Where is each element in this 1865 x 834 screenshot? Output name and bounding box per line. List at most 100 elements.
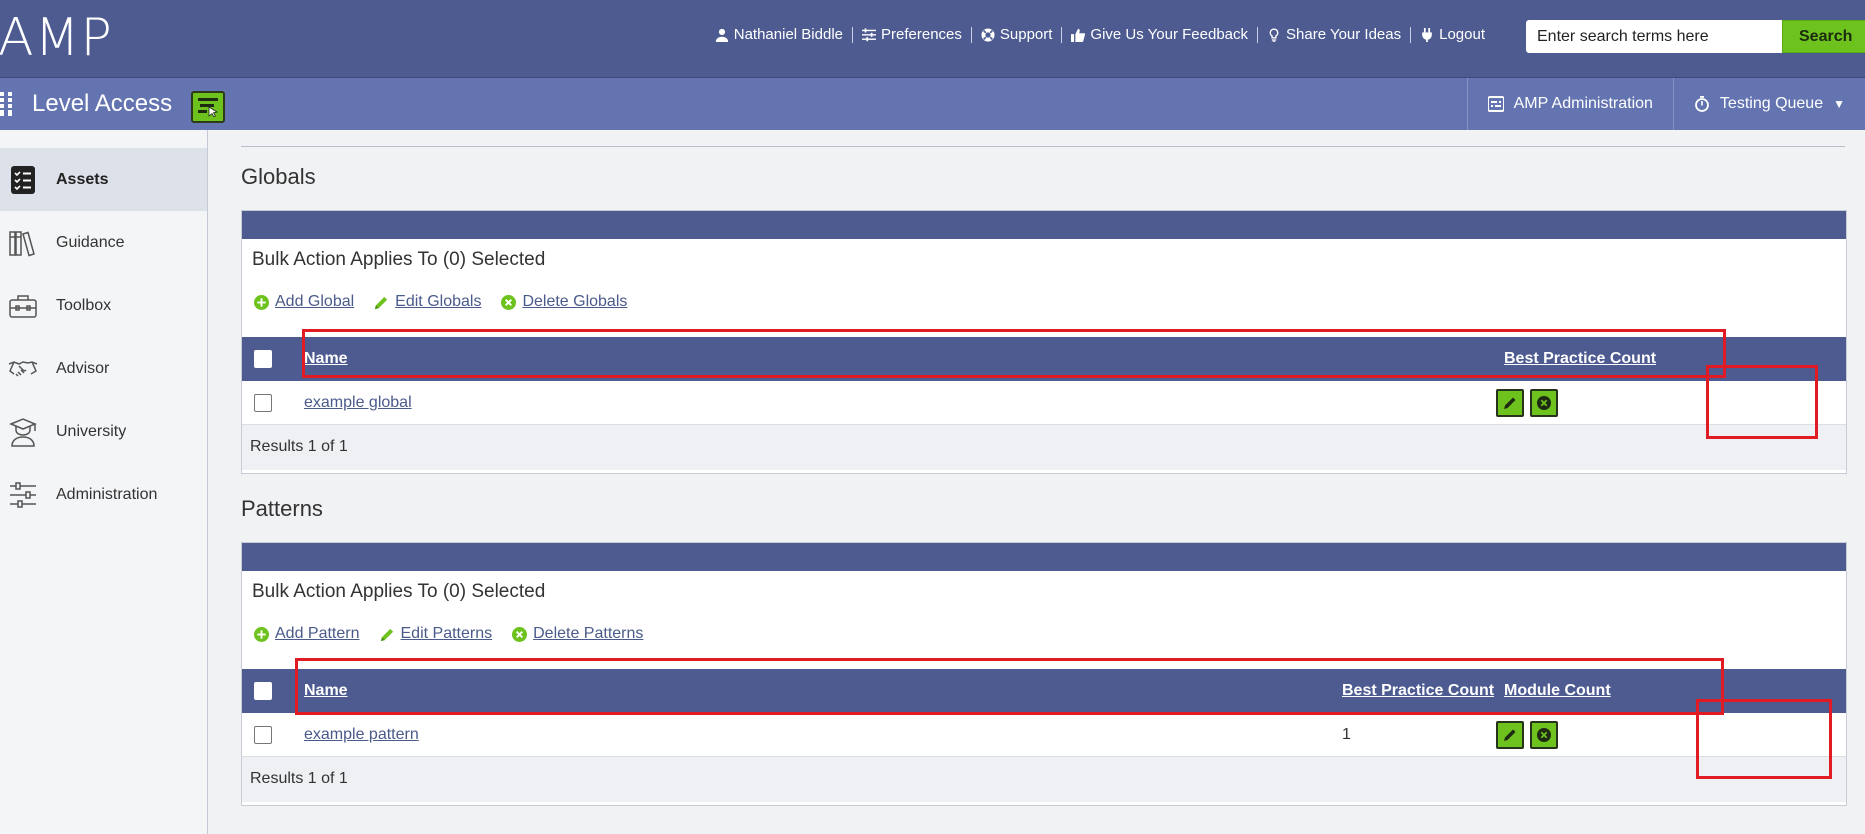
feedback-link[interactable]: Give Us Your Feedback [1062, 27, 1259, 43]
thumbs-up-icon [1071, 28, 1086, 42]
sidebar-item-guidance[interactable]: Guidance [0, 211, 207, 274]
sidebar: Assets Guidance Toolbox Advisor Universi… [0, 130, 208, 834]
user-menu[interactable]: Nathaniel Biddle [706, 27, 853, 43]
delete-globals-label: Delete Globals [522, 293, 628, 310]
sub-navigation: AMP Administration Testing Queue ▼ [1466, 78, 1865, 130]
testing-queue-dropdown[interactable]: Testing Queue ▼ [1672, 78, 1865, 130]
building-icon [0, 92, 12, 116]
row-name-link[interactable]: example global [304, 394, 412, 412]
panel-header [242, 543, 1846, 571]
name-column-header[interactable]: Name [304, 350, 348, 368]
add-global-link[interactable]: Add Global [254, 293, 354, 311]
sliders-icon [10, 481, 36, 508]
add-pattern-label: Add Pattern [275, 625, 360, 642]
add-global-label: Add Global [275, 293, 355, 310]
table-row: example pattern 1 1 [242, 713, 1846, 757]
lifebuoy-icon [981, 28, 995, 42]
patterns-results-count: Results 1 of 1 [242, 757, 1846, 802]
delete-row-button[interactable] [1530, 721, 1558, 749]
pencil-icon [380, 628, 393, 641]
organization-switcher[interactable]: Level Access [0, 78, 172, 130]
add-pattern-link[interactable]: Add Pattern [254, 625, 360, 643]
sidebar-item-advisor[interactable]: Advisor [0, 337, 207, 400]
sidebar-item-label: University [56, 422, 127, 440]
context-switch-button[interactable] [191, 91, 225, 123]
top-header: AMP Nathaniel Biddle Preferences Support… [0, 0, 1865, 78]
top-navigation: Nathaniel Biddle Preferences Support Giv… [706, 27, 1485, 43]
name-column-header[interactable]: Name [304, 682, 348, 700]
plus-circle-icon [254, 626, 269, 642]
sidebar-item-assets[interactable]: Assets [0, 148, 207, 211]
ideas-link[interactable]: Share Your Ideas [1258, 26, 1412, 43]
search-form: Search [1526, 20, 1865, 53]
handshake-icon [8, 360, 38, 377]
list-cursor-icon [198, 98, 219, 117]
books-icon [9, 230, 35, 256]
row-name-link[interactable]: example pattern [304, 726, 419, 744]
edit-patterns-label: Edit Patterns [400, 625, 493, 642]
preferences-label: Preferences [881, 26, 962, 43]
x-circle-icon [1537, 728, 1551, 742]
logout-label: Logout [1439, 26, 1485, 43]
best-practice-count-column-header[interactable]: Best Practice Count [1504, 350, 1656, 368]
edit-row-button[interactable] [1496, 721, 1524, 749]
plug-icon [1422, 28, 1432, 42]
patterns-actions: Add Pattern Edit Patterns Delete Pattern… [254, 625, 643, 643]
testing-queue-label: Testing Queue [1719, 95, 1824, 112]
pencil-icon [1504, 729, 1516, 741]
sidebar-item-administration[interactable]: Administration [0, 463, 207, 526]
sidebar-item-university[interactable]: University [0, 400, 207, 463]
row-checkbox[interactable] [254, 726, 272, 744]
select-all-checkbox[interactable] [254, 350, 272, 368]
amp-administration-label: AMP Administration [1513, 95, 1653, 112]
sidebar-item-label: Advisor [56, 359, 110, 377]
search-button[interactable]: Search [1782, 20, 1865, 53]
edit-globals-link[interactable]: Edit Globals [374, 293, 481, 311]
organization-bar: Level Access AMP Administration Testing … [0, 78, 1865, 130]
edit-patterns-link[interactable]: Edit Patterns [380, 625, 493, 643]
main-content: Globals Bulk Action Applies To (0) Selec… [209, 130, 1865, 834]
row-checkbox[interactable] [254, 394, 272, 412]
bulk-action-status: Bulk Action Applies To (0) Selected [252, 249, 546, 270]
sidebar-item-label: Assets [56, 170, 109, 188]
logout-link[interactable]: Logout [1411, 27, 1485, 43]
checklist-icon [11, 165, 35, 194]
module-count-column-header[interactable]: Module Count [1504, 682, 1611, 700]
search-input[interactable] [1526, 20, 1782, 53]
globals-results-count: Results 1 of 1 [242, 425, 1846, 470]
preferences-link[interactable]: Preferences [853, 27, 972, 43]
amp-administration-link[interactable]: AMP Administration [1466, 78, 1673, 130]
edit-row-button[interactable] [1496, 389, 1524, 417]
graduate-icon [9, 417, 37, 447]
globals-actions: Add Global Edit Globals Delete Globals [254, 293, 627, 311]
patterns-panel: Bulk Action Applies To (0) Selected Add … [241, 542, 1847, 806]
organization-name: Level Access [32, 90, 173, 117]
patterns-table-header: Name Best Practice Count Module Count [242, 669, 1846, 713]
sidebar-item-label: Administration [56, 485, 158, 503]
x-circle-icon [1537, 396, 1551, 410]
delete-globals-link[interactable]: Delete Globals [501, 293, 627, 311]
amp-logo[interactable]: AMP [0, 10, 113, 66]
delete-patterns-link[interactable]: Delete Patterns [512, 625, 643, 643]
toolbox-icon [9, 294, 37, 318]
sidebar-item-toolbox[interactable]: Toolbox [0, 274, 207, 337]
sidebar-item-label: Toolbox [56, 296, 112, 314]
support-link[interactable]: Support [972, 27, 1063, 43]
edit-globals-label: Edit Globals [395, 293, 482, 310]
lightbulb-icon [1269, 28, 1279, 42]
ideas-label: Share Your Ideas [1286, 26, 1402, 43]
divider [241, 146, 1845, 147]
plus-circle-icon [254, 294, 269, 310]
globals-table-header: Name Best Practice Count [242, 337, 1846, 381]
delete-row-button[interactable] [1530, 389, 1558, 417]
select-all-checkbox[interactable] [254, 682, 272, 700]
x-circle-icon [512, 626, 528, 642]
globals-title: Globals [241, 164, 316, 189]
stopwatch-icon [1695, 96, 1709, 112]
row-best-practice-count: 1 [1342, 726, 1351, 743]
globals-panel: Bulk Action Applies To (0) Selected Add … [241, 210, 1847, 474]
user-icon [715, 28, 728, 42]
admin-panel-icon [1487, 96, 1504, 112]
user-name: Nathaniel Biddle [733, 26, 843, 43]
best-practice-count-column-header[interactable]: Best Practice Count [1342, 682, 1494, 700]
